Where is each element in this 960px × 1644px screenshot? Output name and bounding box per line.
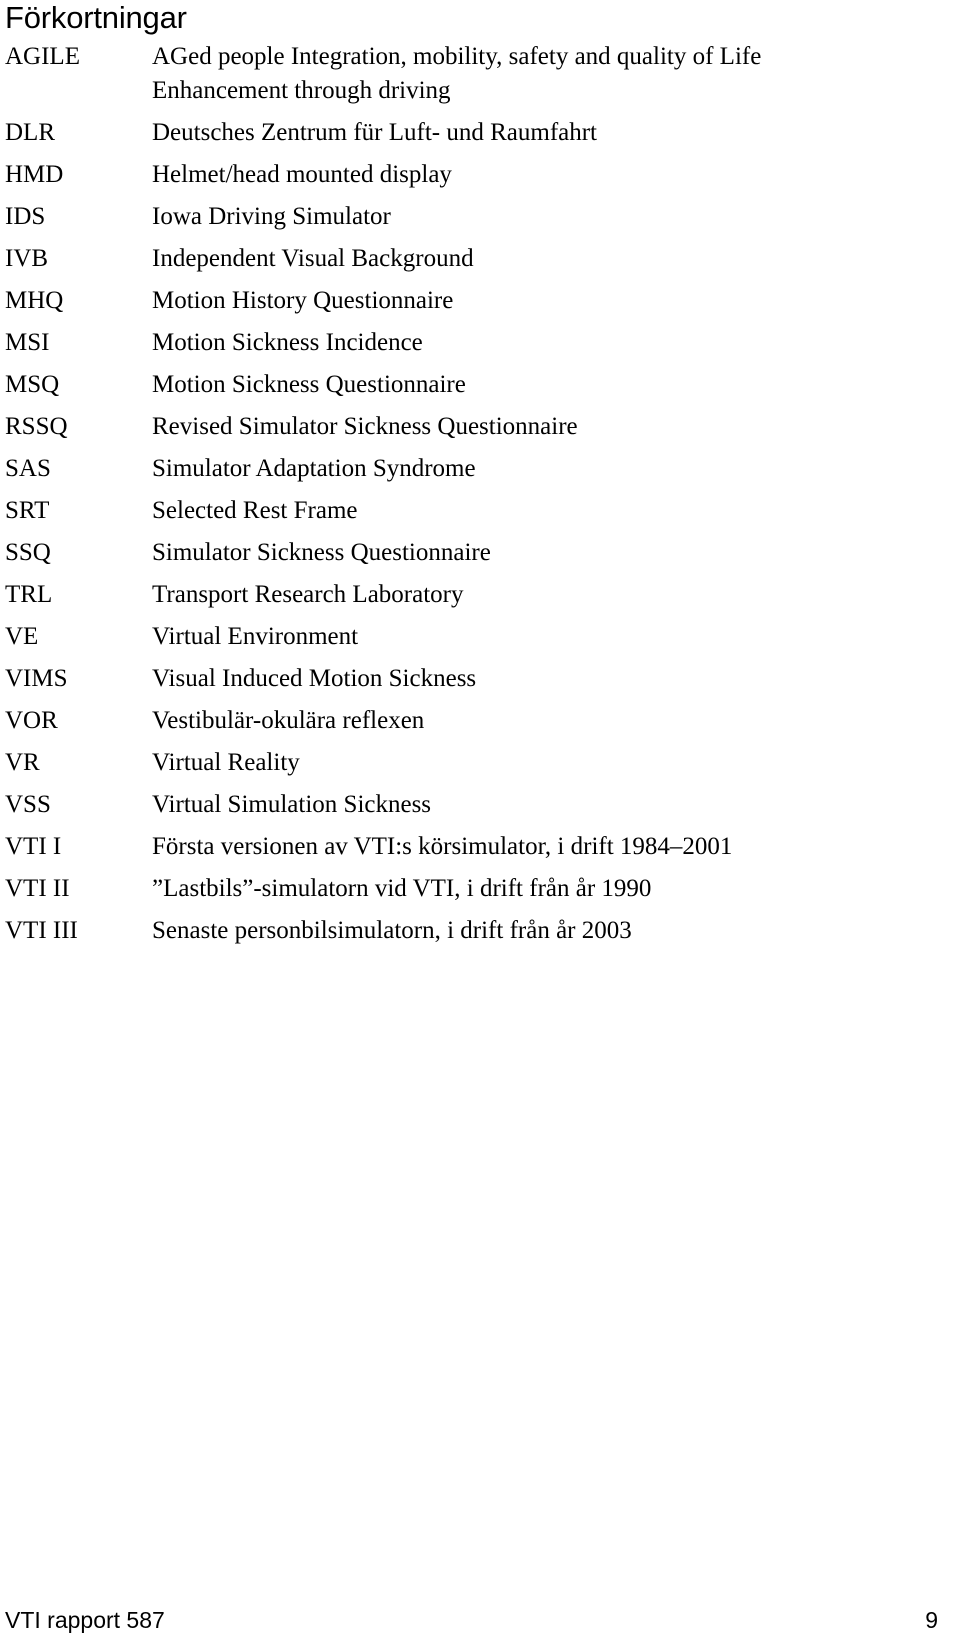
abbreviation-definition: Virtual Simulation Sickness: [152, 788, 960, 822]
abbreviation-row: VSS Virtual Simulation Sickness: [0, 788, 960, 822]
abbreviation-definition-line: Senaste personbilsimulatorn, i drift frå…: [152, 916, 632, 944]
abbreviation-term: RSSQ: [5, 412, 68, 440]
abbreviation-term: VR: [5, 748, 40, 776]
abbreviation-definition: Virtual Reality: [152, 746, 960, 780]
abbreviation-term: VOR: [5, 706, 58, 734]
abbreviation-row: SSQ Simulator Sickness Questionnaire: [0, 536, 960, 570]
abbreviation-term: VIMS: [5, 664, 68, 692]
abbreviation-row: VIMS Visual Induced Motion Sickness: [0, 662, 960, 696]
page-footer: VTI rapport 587 9: [0, 1584, 960, 1644]
footer-report-label: VTI rapport 587: [5, 1607, 165, 1633]
abbreviation-row: AGILE AGed people Integration, mobility, …: [0, 40, 960, 107]
abbreviation-term: DLR: [5, 118, 55, 146]
abbreviation-definition-line: Första versionen av VTI:s körsimulator, …: [152, 832, 733, 860]
abbreviation-definition-line: Virtual Simulation Sickness: [152, 790, 432, 818]
abbreviation-definition: Virtual Environment: [152, 620, 960, 654]
abbreviation-definition: Första versionen av VTI:s körsimulator, …: [152, 830, 960, 864]
abbreviation-term: AGILE: [5, 43, 80, 70]
abbreviation-definition: Revised Simulator Sickness Questionnaire: [152, 410, 960, 444]
abbreviation-definition-line: Simulator Adaptation Syndrome: [152, 454, 476, 482]
page-title: Förkortningar: [5, 0, 187, 35]
abbreviation-term: SRT: [5, 496, 50, 524]
abbreviation-term: VE: [5, 622, 39, 650]
abbreviation-definition-line: Visual Induced Motion Sickness: [152, 664, 477, 692]
abbreviation-definition-line: Revised Simulator Sickness Questionnaire: [152, 412, 578, 440]
abbreviation-definition-line: Enhancement through driving: [152, 76, 451, 104]
abbreviation-row: RSSQ Revised Simulator Sickness Questionn…: [0, 410, 960, 444]
abbreviation-term: SSQ: [5, 538, 51, 566]
abbreviation-definition: Motion History Questionnaire: [152, 284, 960, 318]
abbreviation-definition-line: Deutsches Zentrum für Luft- und Raumfahr…: [152, 118, 598, 146]
abbreviation-row: VOR Vestibulär-okulära reflexen: [0, 704, 960, 738]
abbreviation-definition: AGed people Integration, mobility, safet…: [152, 40, 960, 107]
abbreviation-definition: Motion Sickness Incidence: [152, 326, 960, 360]
abbreviation-term: SAS: [5, 454, 51, 482]
abbreviation-row: MSQ Motion Sickness Questionnaire: [0, 368, 960, 402]
abbreviation-definition: Selected Rest Frame: [152, 494, 960, 528]
abbreviation-definition: Helmet/head mounted display: [152, 158, 960, 192]
abbreviation-definition-line: Motion Sickness Incidence: [152, 328, 423, 356]
abbreviation-row: SAS Simulator Adaptation Syndrome: [0, 452, 960, 486]
abbreviation-definition: Transport Research Laboratory: [152, 578, 960, 612]
abbreviation-definition-line: Virtual Reality: [152, 748, 300, 776]
footer-page-number: 9: [925, 1607, 938, 1633]
abbreviation-row: VTI II ”Lastbils”-simulatorn vid VTI, i d…: [0, 872, 960, 906]
abbreviation-definition: Senaste personbilsimulatorn, i drift frå…: [152, 914, 960, 948]
abbreviation-term: VSS: [5, 790, 51, 818]
abbreviation-row: DLR Deutsches Zentrum für Luft- und Raumf…: [0, 116, 960, 150]
abbreviation-definition-line: Virtual Environment: [152, 622, 359, 650]
abbreviation-term: VTI I: [5, 832, 62, 860]
abbreviation-definition: Visual Induced Motion Sickness: [152, 662, 960, 696]
abbreviation-row: VTI I Första versionen av VTI:s körsimula…: [0, 830, 960, 864]
abbreviation-row: HMD Helmet/head mounted display: [0, 158, 960, 192]
abbreviation-definition-line: Motion History Questionnaire: [152, 286, 454, 314]
abbreviation-row: IDS Iowa Driving Simulator: [0, 200, 960, 234]
abbreviation-definition-line: Vestibulär-okulära reflexen: [152, 706, 425, 734]
abbreviation-term: TRL: [5, 580, 53, 608]
abbreviation-term: VTI II: [5, 874, 70, 902]
abbreviation-term: VTI III: [5, 916, 78, 944]
abbreviation-row: VE Virtual Environment: [0, 620, 960, 654]
abbreviation-definition: Deutsches Zentrum für Luft- und Raumfahr…: [152, 116, 960, 150]
abbreviation-definition: Simulator Sickness Questionnaire: [152, 536, 960, 570]
abbreviation-definition: ”Lastbils”-simulatorn vid VTI, i drift f…: [152, 872, 960, 906]
abbreviation-definition-line: Transport Research Laboratory: [152, 580, 464, 608]
abbreviation-term: MSI: [5, 328, 50, 356]
abbreviation-row: VR Virtual Reality: [0, 746, 960, 780]
abbreviation-term: IDS: [5, 202, 46, 230]
abbreviation-row: MHQ Motion History Questionnaire: [0, 284, 960, 318]
abbreviation-definition-line: AGed people Integration, mobility, safet…: [152, 43, 762, 70]
abbreviation-definition: Simulator Adaptation Syndrome: [152, 452, 960, 486]
abbreviation-definition-line: Simulator Sickness Questionnaire: [152, 538, 491, 566]
abbreviation-definition-line: Motion Sickness Questionnaire: [152, 370, 466, 398]
abbreviation-definition: Vestibulär-okulära reflexen: [152, 704, 960, 738]
abbreviation-definition-line: Independent Visual Background: [152, 244, 474, 272]
document-page: Förkortningar AGILE AGed people Integrati…: [0, 0, 960, 1644]
abbreviation-term: HMD: [5, 160, 64, 188]
abbreviation-definition: Independent Visual Background: [152, 242, 960, 276]
abbreviation-definition-line: ”Lastbils”-simulatorn vid VTI, i drift f…: [152, 874, 652, 902]
abbreviation-row: IVB Independent Visual Background: [0, 242, 960, 276]
abbreviation-row: VTI III Senaste personbilsimulatorn, i dr…: [0, 914, 960, 948]
abbreviation-definition-line: Helmet/head mounted display: [152, 160, 452, 188]
abbreviation-term: IVB: [5, 244, 49, 272]
abbreviation-definition: Iowa Driving Simulator: [152, 200, 960, 234]
abbreviation-definition-line: Iowa Driving Simulator: [152, 202, 391, 230]
abbreviation-definition: Motion Sickness Questionnaire: [152, 368, 960, 402]
abbreviation-term: MHQ: [5, 286, 64, 314]
abbreviation-term: MSQ: [5, 370, 60, 398]
abbreviation-row: MSI Motion Sickness Incidence: [0, 326, 960, 360]
abbreviation-definition-line: Selected Rest Frame: [152, 496, 358, 524]
abbreviation-row: SRT Selected Rest Frame: [0, 494, 960, 528]
abbreviation-list: AGILE AGed people Integration, mobility, …: [0, 40, 960, 956]
abbreviation-row: TRL Transport Research Laboratory: [0, 578, 960, 612]
